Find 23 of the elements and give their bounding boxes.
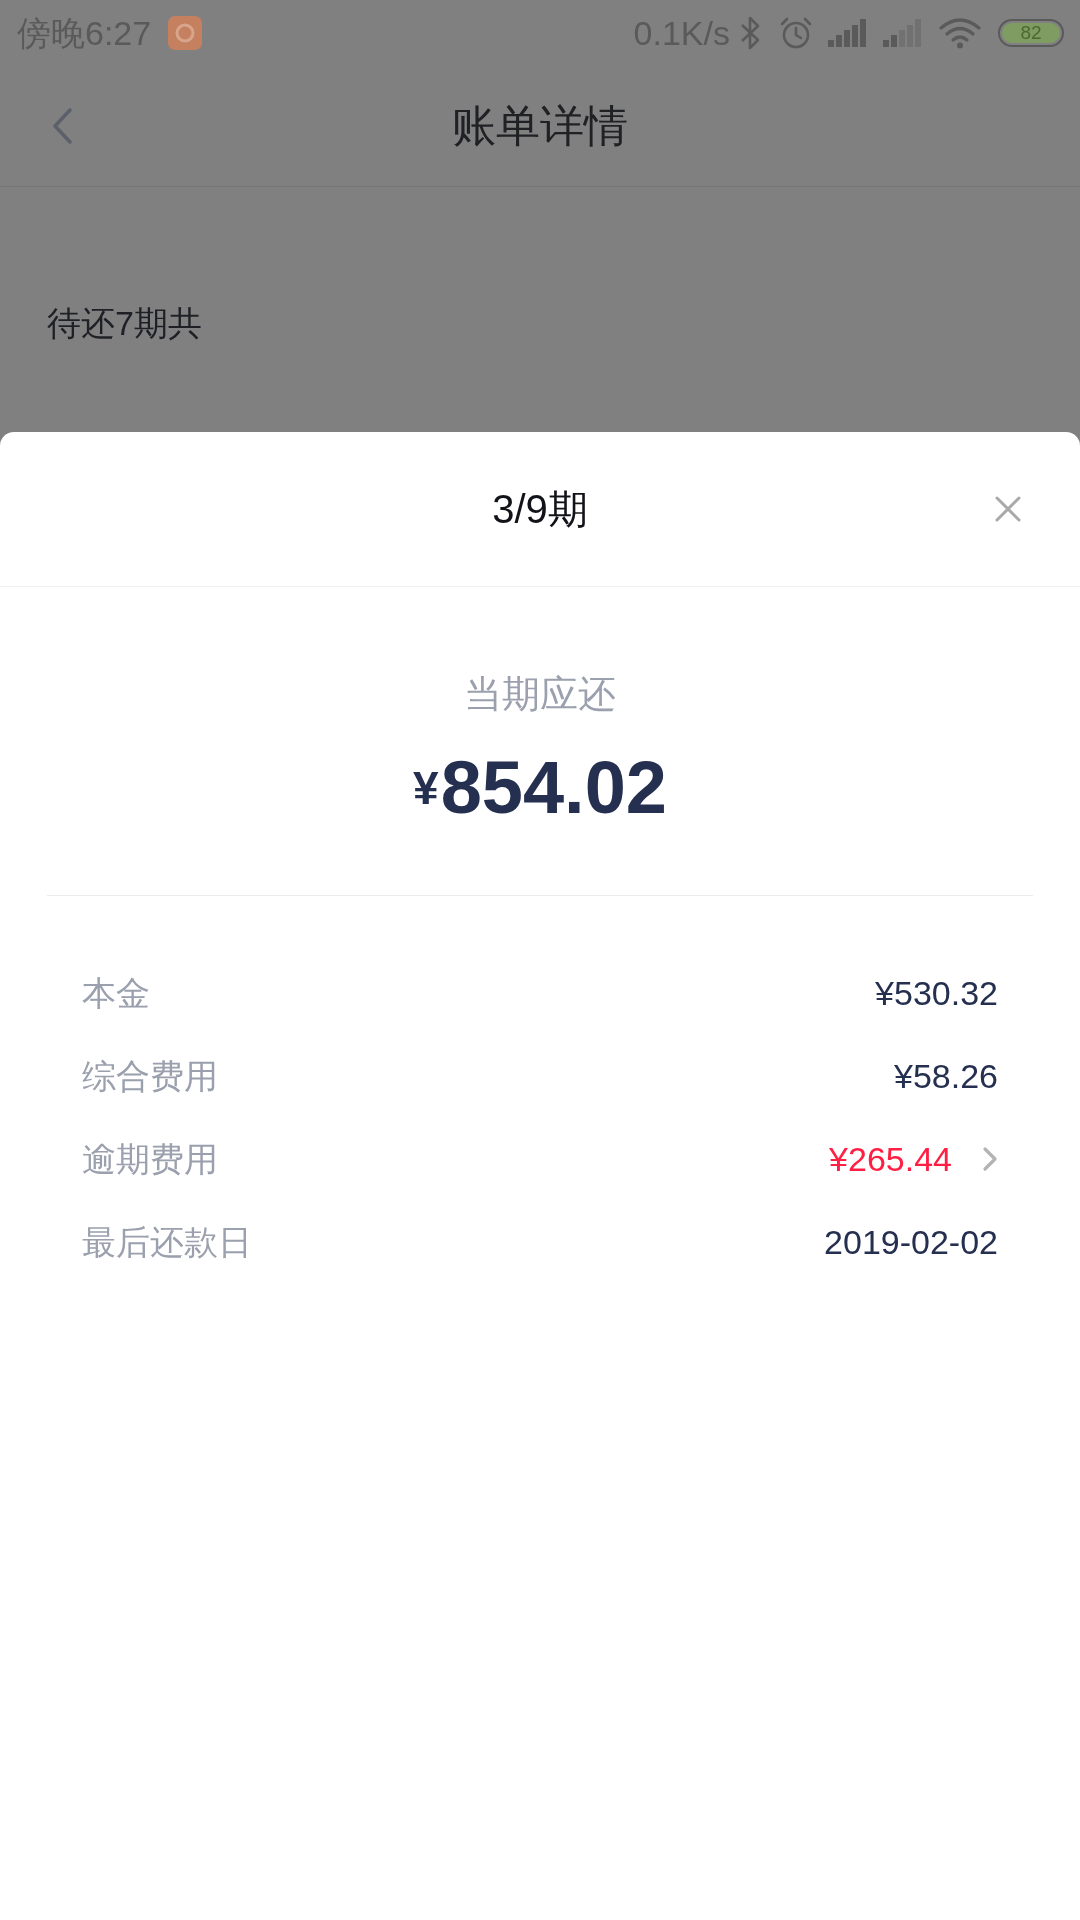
sheet-title: 3/9期: [492, 486, 588, 533]
chevron-right-icon[interactable]: [982, 1145, 998, 1172]
detail-label: 本金: [82, 972, 150, 1013]
signal-icon: [883, 19, 923, 47]
due-amount: 854.02: [440, 746, 667, 830]
notification-icon: [168, 16, 203, 50]
close-icon[interactable]: [995, 496, 1021, 522]
due-label: 当期应还: [464, 672, 616, 717]
signal-icon: [828, 19, 868, 47]
detail-label: 最后还款日: [82, 1221, 252, 1262]
detail-label: 逾期费用: [82, 1138, 218, 1179]
wifi-icon: [938, 17, 982, 49]
back-icon[interactable]: [50, 107, 74, 145]
detail-value: 2019-02-02: [824, 1221, 998, 1262]
alarm-clock-icon: [779, 16, 813, 50]
bluetooth-icon: [739, 16, 761, 50]
detail-value: ¥58.26: [894, 1055, 998, 1096]
detail-value: ¥265.44: [829, 1138, 952, 1179]
detail-value: ¥530.32: [875, 972, 998, 1013]
remaining-periods-label: 待还7期共: [47, 303, 202, 343]
page-title: 账单详情: [452, 100, 628, 152]
currency-symbol: ¥: [413, 763, 439, 813]
detail-label: 综合费用: [82, 1055, 218, 1096]
